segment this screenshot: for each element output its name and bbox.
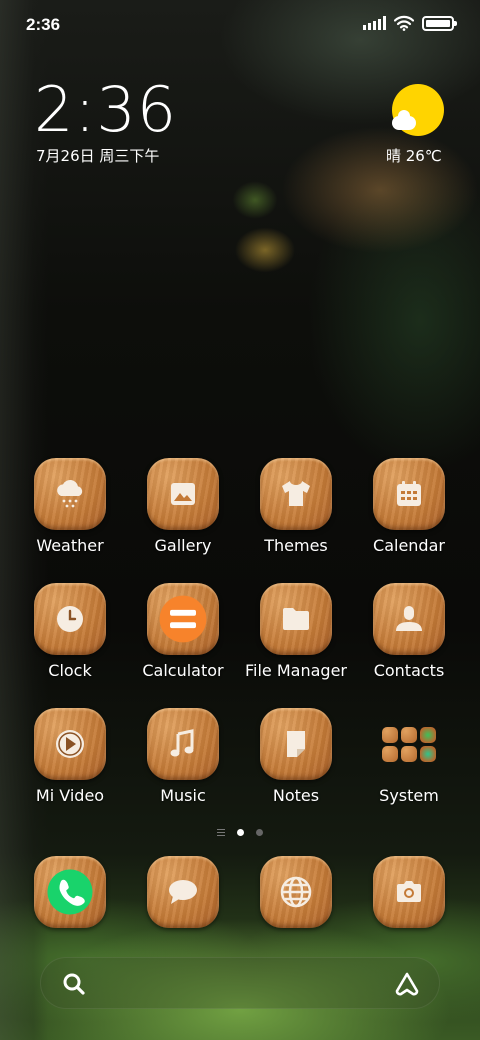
app-label: File Manager (245, 661, 347, 680)
status-icons (363, 15, 457, 31)
app-label: Notes (272, 786, 320, 805)
camera-icon[interactable] (373, 856, 445, 928)
app-notes[interactable]: Notes (240, 708, 352, 805)
search-icon[interactable] (61, 971, 87, 997)
app-label: Calculator (142, 661, 224, 680)
app-gallery[interactable]: Gallery (127, 458, 239, 555)
battery-icon (422, 15, 457, 31)
app-label: Music (160, 786, 206, 805)
app-system-folder[interactable]: System (353, 708, 465, 805)
signal-icon (363, 16, 386, 30)
app-label: System (379, 786, 439, 805)
mini-app-icon (401, 726, 417, 743)
app-calendar[interactable]: Calendar (353, 458, 465, 555)
clock-icon[interactable] (34, 583, 106, 655)
app-weather[interactable]: Weather (14, 458, 126, 555)
app-label: Themes (264, 536, 328, 555)
app-label: Clock (48, 661, 92, 680)
page-dot[interactable] (256, 829, 263, 836)
note-page-icon[interactable] (260, 708, 332, 780)
dock-messages[interactable] (127, 856, 239, 928)
app-label: Mi Video (35, 786, 105, 805)
assistant-icon[interactable] (393, 971, 421, 997)
page-dot-active[interactable] (237, 829, 244, 836)
wifi-icon (394, 15, 414, 31)
folder-icon[interactable] (260, 583, 332, 655)
app-themes[interactable]: Themes (240, 458, 352, 555)
person-icon[interactable] (373, 583, 445, 655)
search-bar[interactable] (40, 957, 440, 1009)
mini-app-icon (382, 726, 398, 743)
app-contacts[interactable]: Contacts (353, 583, 465, 680)
globe-icon[interactable] (260, 856, 332, 928)
mini-app-icon (420, 726, 436, 743)
dock-phone[interactable] (14, 856, 126, 928)
clock-widget-time[interactable]: 2:36 (34, 74, 177, 146)
mini-app-icon (420, 745, 436, 762)
chat-bubble-icon[interactable] (147, 856, 219, 928)
play-icon[interactable] (34, 708, 106, 780)
app-calculator[interactable]: Calculator (127, 583, 239, 680)
clock-widget-date[interactable]: 7月26日 周三下午 (36, 145, 159, 166)
tshirt-icon[interactable] (260, 458, 332, 530)
app-music[interactable]: Music (127, 708, 239, 805)
mini-app-icon (401, 745, 417, 762)
page-indicator[interactable] (200, 829, 280, 836)
app-mi-video[interactable]: Mi Video (14, 708, 126, 805)
weather-cloud-icon (392, 110, 416, 130)
folder-grid-icon[interactable] (373, 708, 445, 780)
dock-camera[interactable] (353, 856, 465, 928)
weather-snow-cloud-icon[interactable] (34, 458, 106, 530)
phone-icon[interactable] (34, 856, 106, 928)
status-bar: 2:36 (0, 0, 480, 50)
status-time: 2:36 (26, 15, 61, 34)
gallery-image-icon[interactable] (147, 458, 219, 530)
weather-widget-text[interactable]: 晴 26℃ (386, 145, 442, 166)
app-label: Weather (36, 536, 104, 555)
music-note-icon[interactable] (147, 708, 219, 780)
dock-browser[interactable] (240, 856, 352, 928)
app-file-manager[interactable]: File Manager (240, 583, 352, 680)
app-label: Calendar (373, 536, 445, 555)
calendar-icon[interactable] (373, 458, 445, 530)
app-clock[interactable]: Clock (14, 583, 126, 680)
page-list-icon[interactable] (217, 829, 225, 836)
mini-app-icon (382, 745, 398, 762)
app-label: Gallery (154, 536, 212, 555)
app-label: Contacts (373, 661, 445, 680)
calculator-equals-icon[interactable] (147, 583, 219, 655)
